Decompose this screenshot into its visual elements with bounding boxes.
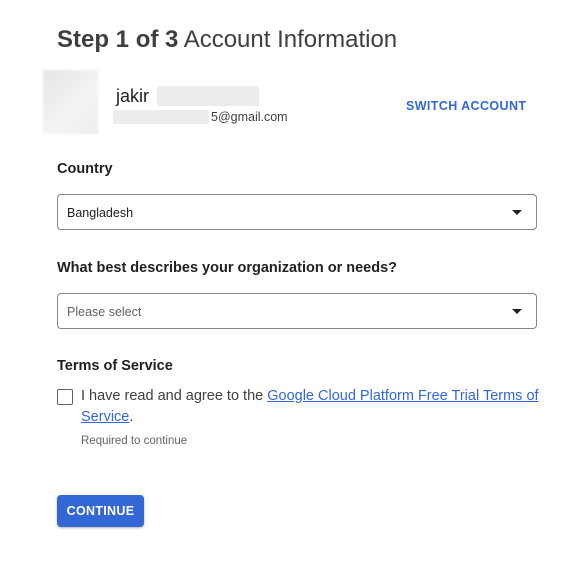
redacted-email-block	[113, 110, 209, 124]
redacted-name-block	[157, 86, 260, 106]
terms-text-prefix: I have read and agree to the	[81, 388, 268, 404]
organization-select[interactable]: Please select	[57, 293, 537, 329]
country-label: Country	[57, 161, 113, 177]
dropdown-arrow-icon	[512, 309, 522, 314]
page-title: Step 1 of 3 Account Information	[57, 25, 397, 55]
continue-button[interactable]: CONTINUE	[57, 495, 144, 527]
organization-label: What best describes your organization or…	[57, 260, 398, 276]
account-email: 5@gmail.com	[113, 109, 288, 125]
country-select-value: Bangladesh	[67, 206, 134, 220]
terms-agreement-text: I have read and agree to the Google Clou…	[81, 386, 541, 428]
account-email-text: 5@gmail.com	[211, 110, 288, 124]
account-name-text: jakir	[116, 86, 150, 106]
page-title-text: Account Information	[183, 26, 398, 53]
terms-helper-text: Required to continue	[81, 435, 188, 447]
dropdown-arrow-icon	[512, 210, 522, 215]
terms-text-suffix: .	[129, 409, 134, 425]
account-name: jakir	[116, 85, 260, 107]
terms-checkbox[interactable]	[57, 389, 73, 405]
country-select[interactable]: Bangladesh	[57, 194, 537, 230]
switch-account-button[interactable]: SWITCH ACCOUNT	[406, 99, 526, 113]
terms-heading: Terms of Service	[57, 358, 173, 374]
avatar	[43, 70, 98, 134]
organization-select-placeholder: Please select	[67, 305, 142, 319]
step-indicator: Step 1 of 3	[57, 26, 179, 53]
